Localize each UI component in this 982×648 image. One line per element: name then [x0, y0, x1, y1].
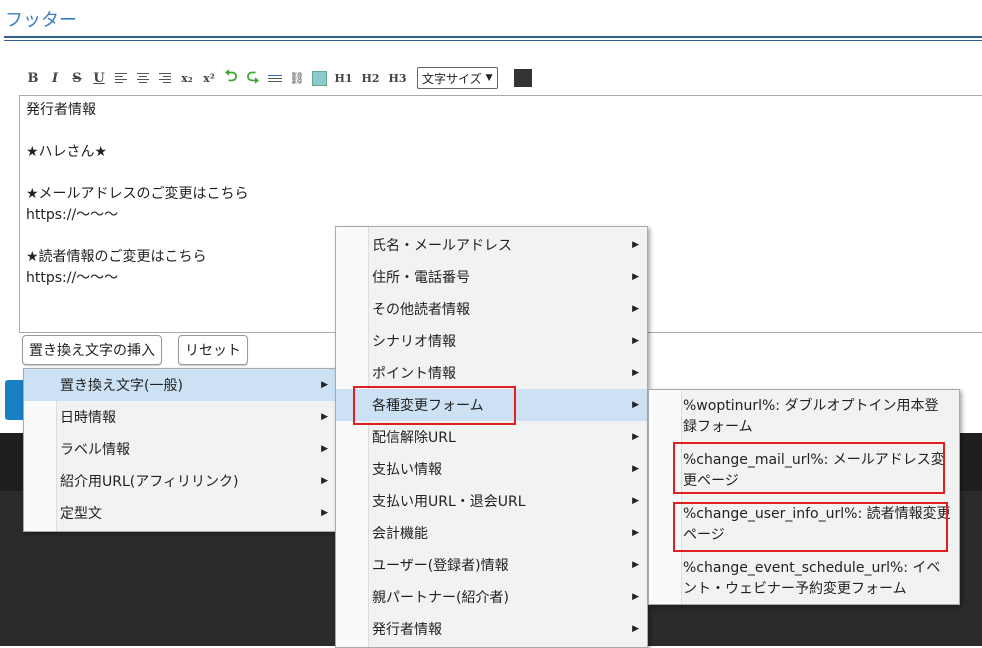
- menu-item-label: シナリオ情報: [372, 334, 456, 350]
- align-left-icon[interactable]: [110, 67, 132, 89]
- menu-item-label: 置き換え文字(一般): [60, 378, 183, 394]
- menu-item-general[interactable]: 置き換え文字(一般) ▶: [24, 369, 336, 401]
- strikethrough-button[interactable]: S: [66, 67, 88, 89]
- redo-icon[interactable]: ⮎: [242, 66, 264, 89]
- chevron-right-icon: ▶: [321, 476, 328, 486]
- insert-placeholder-button[interactable]: 置き換え文字の挿入: [22, 335, 162, 365]
- menu-item-datetime[interactable]: 日時情報 ▶: [24, 401, 336, 433]
- submenu-item[interactable]: 会計機能 ▶: [336, 517, 647, 549]
- editor-toolbar: B I S U x₂ x² ⮌ ⮎ ⛓ H1 H2 H3 文字サイズ ▼: [22, 66, 532, 90]
- submenu-item[interactable]: その他読者情報 ▶: [336, 293, 647, 325]
- chevron-right-icon: ▶: [632, 432, 639, 442]
- bold-button[interactable]: B: [22, 67, 44, 89]
- submenu-item[interactable]: 配信解除URL ▶: [336, 421, 647, 453]
- section-title: フッター: [5, 10, 77, 31]
- menu-item-label: 発行者情報: [372, 622, 442, 638]
- menu-item-label: その他読者情報: [372, 302, 470, 318]
- align-right-icon[interactable]: [154, 67, 176, 89]
- menu-item-label: 会計機能: [372, 526, 428, 542]
- editor-line: 発行者情報: [26, 102, 96, 118]
- reset-button[interactable]: リセット: [178, 335, 248, 365]
- superscript-button[interactable]: x²: [198, 67, 220, 89]
- color-swatch-icon[interactable]: [513, 69, 532, 87]
- chevron-down-icon: ▼: [485, 73, 493, 83]
- menu-item-label: ユーザー(登録者)情報: [372, 558, 509, 574]
- title-divider: [4, 36, 982, 38]
- submenu-item[interactable]: ユーザー(登録者)情報 ▶: [336, 549, 647, 581]
- chevron-right-icon: ▶: [632, 304, 639, 314]
- chevron-right-icon: ▶: [632, 464, 639, 474]
- submenu-item[interactable]: 親パートナー(紹介者) ▶: [336, 581, 647, 613]
- menu-item-label: 親パートナー(紹介者): [372, 590, 509, 606]
- menu-item-label: 日時情報: [60, 410, 116, 426]
- menu-item-template[interactable]: 定型文 ▶: [24, 497, 336, 529]
- chevron-right-icon: ▶: [321, 444, 328, 454]
- placeholder-category-menu: 置き換え文字(一般) ▶ 日時情報 ▶ ラベル情報 ▶ 紹介用URL(アフィリリンク)…: [23, 368, 337, 532]
- menu-item-label: ラベル情報: [60, 442, 130, 458]
- submenu-item[interactable]: 住所・電話番号 ▶: [336, 261, 647, 293]
- link-icon[interactable]: ⛓: [286, 67, 308, 89]
- menu-item-affiliate-url[interactable]: 紹介用URL(アフィリリンク) ▶: [24, 465, 336, 497]
- h2-button[interactable]: H2: [357, 67, 384, 89]
- chevron-right-icon: ▶: [321, 508, 328, 518]
- chevron-right-icon: ▶: [632, 368, 639, 378]
- annotation-box: [353, 386, 516, 425]
- chevron-right-icon: ▶: [321, 380, 328, 390]
- h3-button[interactable]: H3: [384, 67, 411, 89]
- menu-item-label: 氏名・メールアドレス: [372, 238, 512, 254]
- editor-line: ★ハレさん★: [26, 144, 108, 160]
- submenu-item[interactable]: 支払い用URL・退会URL ▶: [336, 485, 647, 517]
- submenu-item[interactable]: シナリオ情報 ▶: [336, 325, 647, 357]
- editor-line: https://～～～: [26, 207, 119, 223]
- menu-item-label: 紹介用URL(アフィリリンク): [60, 474, 239, 490]
- annotation-box: [673, 442, 945, 494]
- submenu-item[interactable]: 支払い情報 ▶: [336, 453, 647, 485]
- subscript-button[interactable]: x₂: [176, 67, 198, 89]
- menu-item-label: 支払い情報: [372, 462, 442, 478]
- align-center-icon[interactable]: [132, 67, 154, 89]
- title-divider-thin: [4, 40, 982, 41]
- chevron-right-icon: ▶: [632, 560, 639, 570]
- chevron-right-icon: ▶: [632, 240, 639, 250]
- submenu-item[interactable]: ポイント情報 ▶: [336, 357, 647, 389]
- underline-button[interactable]: U: [88, 67, 110, 89]
- chevron-right-icon: ▶: [632, 336, 639, 346]
- annotation-box: [673, 502, 948, 552]
- chevron-right-icon: ▶: [632, 592, 639, 602]
- chevron-right-icon: ▶: [632, 272, 639, 282]
- menu-item-label-info[interactable]: ラベル情報 ▶: [24, 433, 336, 465]
- menu-item-label: 支払い用URL・退会URL: [372, 494, 526, 510]
- chevron-right-icon: ▶: [632, 624, 639, 634]
- hr-icon[interactable]: [264, 67, 286, 89]
- side-tab[interactable]: [5, 380, 25, 420]
- chevron-right-icon: ▶: [632, 528, 639, 538]
- submenu-item[interactable]: 氏名・メールアドレス ▶: [336, 229, 647, 261]
- placeholder-general-submenu: 氏名・メールアドレス ▶ 住所・電話番号 ▶ その他読者情報 ▶ シナリオ情報 ▶ ポイ…: [335, 226, 648, 648]
- submenu-item[interactable]: 発行者情報 ▶: [336, 613, 647, 645]
- font-size-select-value: 文字サイズ: [422, 71, 482, 86]
- chevron-right-icon: ▶: [321, 412, 328, 422]
- menu-item-label: 配信解除URL: [372, 430, 456, 446]
- image-icon[interactable]: [308, 67, 330, 89]
- font-size-select[interactable]: 文字サイズ ▼: [417, 67, 498, 89]
- chevron-right-icon: ▶: [632, 496, 639, 506]
- undo-icon[interactable]: ⮌: [220, 66, 242, 89]
- menu-item-label: ポイント情報: [372, 366, 456, 382]
- menu-item-label: 定型文: [60, 506, 102, 522]
- menu-item-label: 住所・電話番号: [372, 270, 470, 286]
- h1-button[interactable]: H1: [330, 67, 357, 89]
- editor-line: ★メールアドレスのご変更はこちら: [26, 186, 249, 202]
- submenu-item-woptinurl[interactable]: %woptinurl%: ダブルオプトイン用本登録フォーム: [649, 390, 959, 444]
- italic-button[interactable]: I: [44, 67, 66, 89]
- change-forms-submenu: %woptinurl%: ダブルオプトイン用本登録フォーム %change_ma…: [648, 389, 960, 605]
- submenu-item-change-event-schedule-url[interactable]: %change_event_schedule_url%: イベント・ウェビナー予…: [649, 552, 959, 606]
- chevron-right-icon: ▶: [632, 400, 639, 410]
